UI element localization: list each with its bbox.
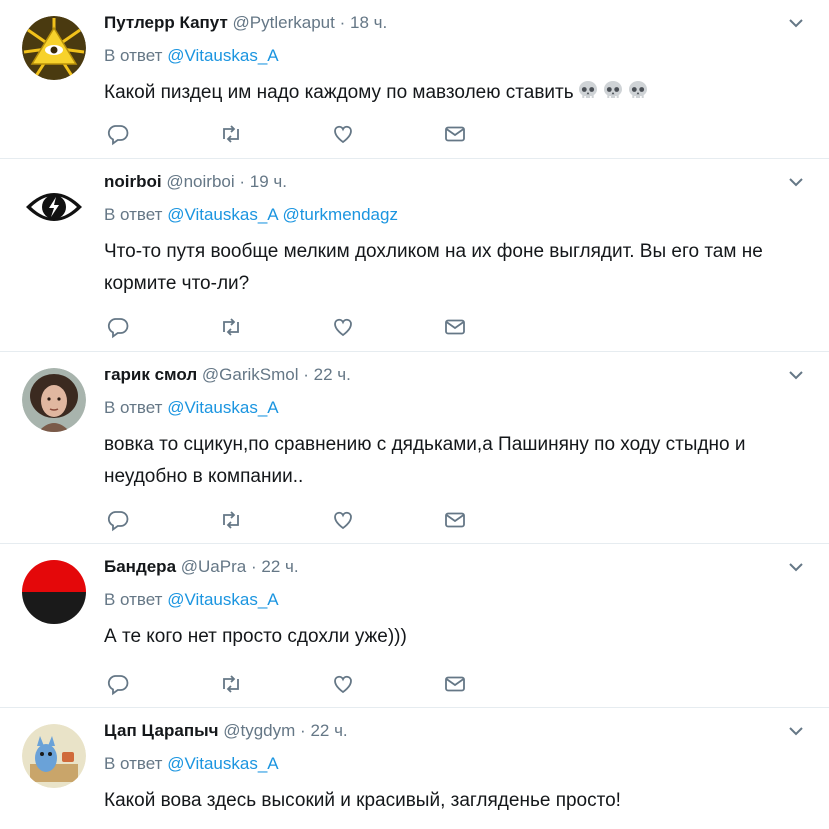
avatar[interactable] [22, 368, 86, 432]
retweet-icon[interactable] [219, 122, 243, 146]
reply-prefix: В ответ [104, 754, 163, 773]
display-name[interactable]: Путлерр Капут [104, 13, 228, 32]
reply-icon[interactable] [106, 508, 130, 532]
chevron-down-icon[interactable] [787, 14, 805, 32]
tweet-text: Какой пиздец им надо каждому по мавзолею… [104, 77, 794, 109]
handle[interactable]: @GarikSmol [202, 365, 299, 384]
separator-dot: · [339, 13, 346, 32]
retweet-icon[interactable] [219, 508, 243, 532]
like-heart-icon[interactable] [331, 672, 355, 696]
display-name[interactable]: гарик смол [104, 365, 197, 384]
skull-emoji-icon [602, 80, 624, 102]
skull-emoji-icon [577, 80, 599, 102]
handle[interactable]: @UaPra [181, 557, 246, 576]
tweet[interactable]: Цап Царапыч @tygdym · 22 ч. В ответ @Vit… [0, 708, 829, 829]
reply-context: В ответ @Vitauskas_A [104, 45, 279, 67]
direct-message-icon[interactable] [443, 315, 467, 339]
tweet[interactable]: гарик смол @GarikSmol · 22 ч. В ответ @V… [0, 352, 829, 544]
display-name[interactable]: Бандера [104, 557, 176, 576]
avatar[interactable] [22, 16, 86, 80]
chevron-down-icon[interactable] [787, 366, 805, 384]
timestamp[interactable]: 22 ч. [314, 365, 351, 384]
display-name[interactable]: Цап Царапыч [104, 721, 219, 740]
handle[interactable]: @Pytlerkaput [233, 13, 335, 32]
tweet[interactable]: Путлерр Капут @Pytlerkaput · 18 ч. В отв… [0, 0, 829, 159]
handle[interactable]: @tygdym [223, 721, 295, 740]
tweet-text: Что-то путя вообще мелким дохликом на их… [104, 241, 763, 294]
separator-dot: · [239, 172, 246, 191]
separator-dot: · [300, 721, 306, 740]
reply-icon[interactable] [106, 315, 130, 339]
chevron-down-icon[interactable] [787, 722, 805, 740]
mention-link[interactable]: @Vitauskas_A [167, 46, 278, 65]
timestamp[interactable]: 22 ч. [310, 721, 347, 740]
timestamp[interactable]: 18 ч. [350, 13, 387, 32]
tweet-text-content: Какой пиздец им надо каждому по мавзолею… [104, 82, 574, 103]
reply-icon[interactable] [106, 672, 130, 696]
mention-link[interactable]: @turkmendagz [282, 205, 398, 224]
tweet-text: Какой вова здесь высокий и красивый, заг… [104, 790, 621, 811]
avatar[interactable] [22, 724, 86, 788]
display-name[interactable]: noirboi [104, 172, 162, 191]
like-heart-icon[interactable] [331, 122, 355, 146]
timestamp[interactable]: 22 ч. [261, 557, 298, 576]
mention-link[interactable]: @Vitauskas_A [167, 205, 278, 224]
retweet-icon[interactable] [219, 672, 243, 696]
tweet[interactable]: Бандера @UaPra · 22 ч. В ответ @Vitauska… [0, 544, 829, 708]
direct-message-icon[interactable] [443, 672, 467, 696]
reply-context: В ответ @Vitauskas_A @turkmendagz [104, 204, 398, 226]
tweet[interactable]: noirboi @noirboi · 19 ч. В ответ @Vitaus… [0, 159, 829, 352]
tweet-text: А те кого нет просто сдохли уже))) [104, 626, 407, 647]
reply-prefix: В ответ [104, 398, 163, 417]
skull-emoji-icon [627, 80, 649, 102]
mention-link[interactable]: @Vitauskas_A [167, 590, 278, 609]
reply-context: В ответ @Vitauskas_A [104, 397, 279, 419]
direct-message-icon[interactable] [443, 508, 467, 532]
like-heart-icon[interactable] [331, 508, 355, 532]
separator-dot: · [303, 365, 309, 384]
handle[interactable]: @noirboi [166, 172, 234, 191]
reply-context: В ответ @Vitauskas_A [104, 753, 279, 775]
reply-prefix: В ответ [104, 205, 163, 224]
timestamp[interactable]: 19 ч. [250, 172, 287, 191]
avatar[interactable] [22, 560, 86, 624]
mention-link[interactable]: @Vitauskas_A [167, 398, 278, 417]
retweet-icon[interactable] [219, 315, 243, 339]
avatar[interactable] [22, 175, 86, 239]
direct-message-icon[interactable] [443, 122, 467, 146]
reply-prefix: В ответ [104, 46, 163, 65]
like-heart-icon[interactable] [331, 315, 355, 339]
tweet-text: вовка то сцикун,по сравнению с дядьками,… [104, 434, 746, 487]
mention-link[interactable]: @Vitauskas_A [167, 754, 278, 773]
reply-context: В ответ @Vitauskas_A [104, 589, 279, 611]
reply-prefix: В ответ [104, 590, 163, 609]
reply-icon[interactable] [106, 122, 130, 146]
separator-dot: · [250, 557, 257, 576]
chevron-down-icon[interactable] [787, 173, 805, 191]
chevron-down-icon[interactable] [787, 558, 805, 576]
